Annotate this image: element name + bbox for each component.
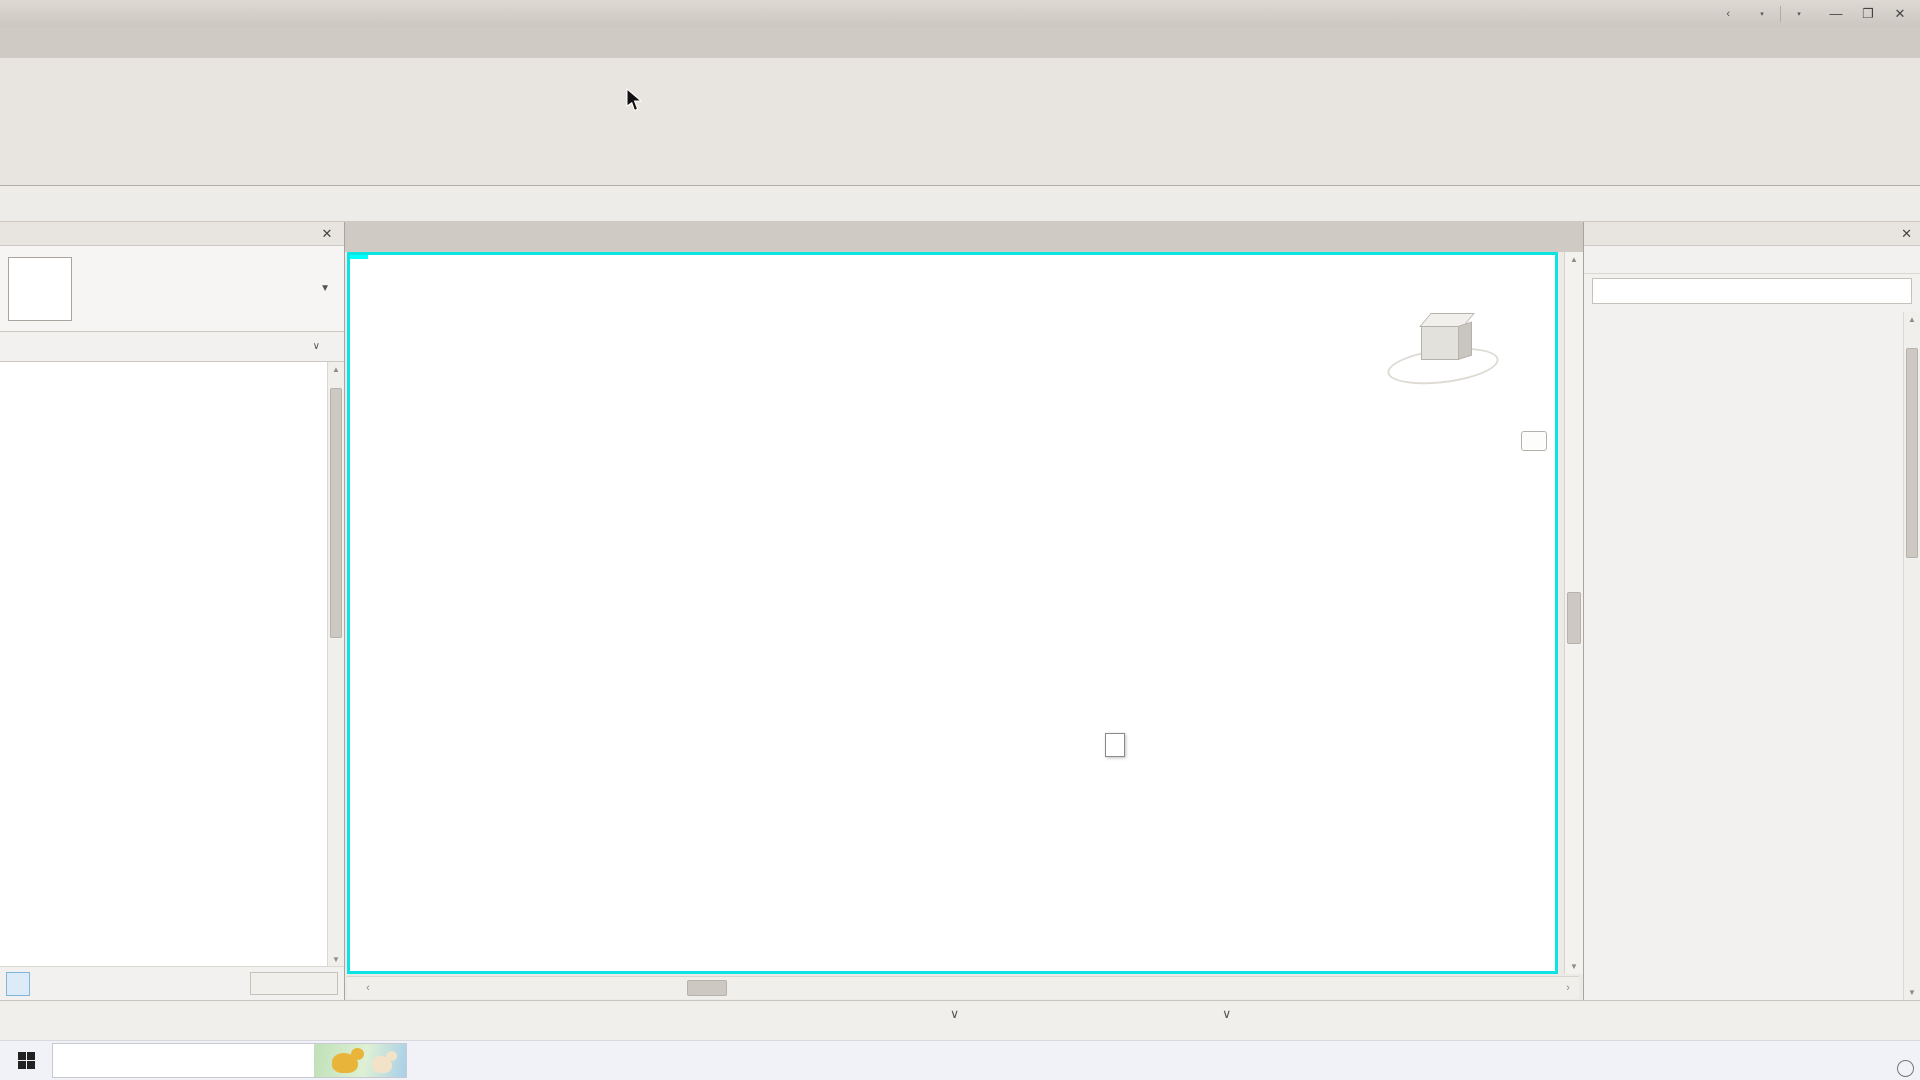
navigation-bar <box>1521 431 1547 451</box>
taskbar-search-box[interactable] <box>52 1043 407 1078</box>
instance-selector-row: ∨ <box>0 332 344 362</box>
type-selector-dropdown-icon[interactable]: ▼ <box>320 283 336 294</box>
properties-close-icon[interactable]: ✕ <box>318 226 336 242</box>
options-bar <box>0 186 1920 222</box>
type-selector[interactable]: ▼ <box>0 246 344 332</box>
restore-button[interactable]: ❐ <box>1852 2 1884 26</box>
status-bar: ∨ ∨ <box>0 1000 1920 1040</box>
title-bar: ‹ ▾ ▾ — ❐ ✕ <box>0 0 1920 27</box>
start-button[interactable] <box>0 1041 52 1080</box>
properties-scrollbar[interactable]: ▲ ▼ <box>327 362 344 966</box>
properties-scroll-thumb[interactable] <box>330 388 342 638</box>
project-browser-title-bar: ✕ <box>1584 222 1920 246</box>
sort-za-icon[interactable] <box>62 972 86 996</box>
project-browser-close-icon[interactable]: ✕ <box>1901 226 1912 242</box>
sort-properties-icon[interactable] <box>6 972 30 996</box>
close-button[interactable]: ✕ <box>1884 2 1916 26</box>
properties-footer <box>0 966 344 1000</box>
search-highlight-illustration[interactable] <box>314 1044 406 1077</box>
help-dropdown-icon[interactable]: ▾ <box>1795 10 1803 18</box>
scroll-left-icon[interactable]: ‹ <box>357 982 379 994</box>
properties-palette: ✕ ▼ ∨ ▲ ▼ <box>0 222 345 1000</box>
sort-az-icon[interactable] <box>34 972 58 996</box>
drawing-viewport[interactable] <box>347 252 1558 974</box>
scroll-down-icon[interactable]: ▼ <box>1904 985 1920 1000</box>
scroll-up-icon[interactable]: ▲ <box>1904 312 1920 327</box>
ribbon <box>0 58 1920 186</box>
project-browser-scrollbar[interactable]: ▲ ▼ <box>1903 312 1920 1000</box>
scroll-down-icon[interactable]: ▼ <box>1565 959 1583 974</box>
instance-dropdown-icon[interactable]: ∨ <box>313 341 320 352</box>
view-cube[interactable] <box>1387 307 1507 393</box>
project-browser-scroll-thumb[interactable] <box>1906 348 1918 558</box>
project-browser-tree <box>1584 312 1903 1000</box>
main-model-dropdown-icon[interactable]: ∨ <box>1222 1006 1231 1021</box>
3d-model-view[interactable] <box>350 255 1555 971</box>
element-tooltip <box>1105 733 1125 757</box>
temporary-hide-isolate-banner <box>350 255 368 259</box>
project-browser-search[interactable] <box>1592 278 1912 304</box>
drawing-area-container: ▲ ▼ ‹ › <box>345 222 1583 1000</box>
windows-logo-icon <box>18 1052 35 1069</box>
scroll-up-icon[interactable]: ▲ <box>1565 252 1583 267</box>
scroll-up-icon[interactable]: ▲ <box>328 362 344 376</box>
vertical-scroll-thumb[interactable] <box>1567 592 1581 644</box>
minimize-button[interactable]: — <box>1820 2 1852 26</box>
scroll-right-icon[interactable]: › <box>1557 982 1579 994</box>
scroll-down-icon[interactable]: ▼ <box>328 952 344 966</box>
windows-taskbar <box>0 1040 1920 1080</box>
apply-button[interactable] <box>250 972 338 995</box>
notification-count-badge <box>1897 1060 1914 1077</box>
horizontal-scrollbar[interactable] <box>379 977 1557 999</box>
view-tab-bar <box>345 222 1583 252</box>
type-preview <box>8 257 72 321</box>
ribbon-tab-bar <box>0 27 1920 58</box>
revit-window: ‹ ▾ ▾ — ❐ ✕ ✕ ▼ <box>0 0 1920 1080</box>
account-dropdown-icon[interactable]: ▾ <box>1758 10 1766 18</box>
properties-title-bar: ✕ <box>0 222 344 246</box>
project-browser: ✕ ▲ ▼ <box>1583 222 1920 1000</box>
horizontal-scroll-thumb[interactable] <box>687 980 727 996</box>
view-cube-side-face[interactable] <box>1458 321 1472 360</box>
properties-grid <box>0 362 327 966</box>
qat-collapse-icon[interactable]: ‹ <box>1726 8 1730 20</box>
view-cube-front-face[interactable] <box>1421 326 1459 360</box>
vertical-scrollbar[interactable]: ▲ ▼ <box>1564 252 1583 974</box>
view-control-bar: ‹ › <box>347 976 1579 999</box>
search-input[interactable] <box>1608 284 1903 299</box>
notification-center[interactable] <box>1876 1047 1910 1075</box>
project-browser-toolbar <box>1584 246 1920 274</box>
edit-type-button[interactable] <box>326 345 338 349</box>
editable-only-dropdown-icon[interactable]: ∨ <box>950 1006 959 1021</box>
